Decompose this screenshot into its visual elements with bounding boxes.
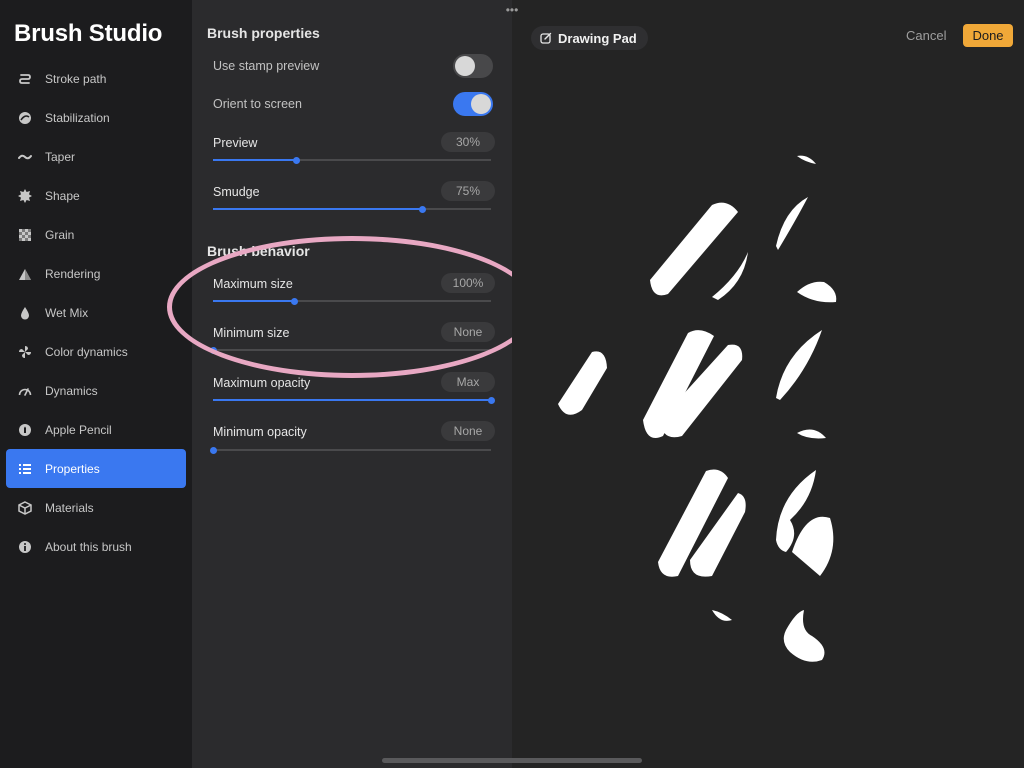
orient-to-screen-toggle[interactable] — [453, 92, 493, 116]
properties-icon — [18, 462, 32, 476]
smudge-value[interactable]: 75% — [441, 181, 495, 201]
app-title: Brush Studio — [14, 20, 163, 47]
info-icon — [18, 540, 32, 554]
slider-track — [213, 349, 491, 351]
sidebar-item-label: Wet Mix — [45, 305, 89, 320]
minimum-opacity-value[interactable]: None — [441, 421, 495, 441]
sidebar-item-label: Stabilization — [45, 110, 110, 125]
sidebar-nav: Stroke path Stabilization Taper Shape Gr… — [6, 59, 186, 566]
sidebar-item-stabilization[interactable]: Stabilization — [6, 98, 186, 137]
stabilization-icon — [18, 111, 32, 125]
slider-fill — [213, 159, 297, 161]
taper-icon — [18, 150, 32, 164]
apple-pencil-icon — [18, 423, 32, 437]
stroke-path-icon — [18, 72, 32, 86]
wet-mix-icon — [18, 306, 32, 320]
slider-thumb[interactable] — [210, 447, 217, 454]
maximum-opacity-label: Maximum opacity — [213, 376, 311, 390]
sidebar-item-label: Properties — [45, 461, 100, 476]
sidebar-item-about-this-brush[interactable]: About this brush — [6, 527, 186, 566]
sidebar-item-apple-pencil[interactable]: Apple Pencil — [6, 410, 186, 449]
maximum-size-slider[interactable] — [213, 296, 491, 306]
preview-value[interactable]: 30% — [441, 132, 495, 152]
edit-icon — [540, 32, 558, 44]
minimum-opacity-label: Minimum opacity — [213, 425, 307, 439]
slider-track — [213, 449, 491, 451]
more-options-icon[interactable]: ••• — [502, 3, 522, 17]
color-dynamics-icon — [18, 345, 32, 359]
properties-panel: Brush properties Use stamp preview Orien… — [192, 0, 512, 768]
sidebar-item-grain[interactable]: Grain — [6, 215, 186, 254]
dynamics-icon — [18, 384, 32, 398]
toggle-knob — [455, 56, 475, 76]
materials-icon — [18, 500, 32, 515]
maximum-size-value[interactable]: 100% — [441, 273, 495, 293]
sidebar-item-taper[interactable]: Taper — [6, 137, 186, 176]
sidebar-item-label: Materials — [45, 500, 94, 515]
sidebar-item-label: Stroke path — [45, 71, 107, 86]
sidebar-item-dynamics[interactable]: Dynamics — [6, 371, 186, 410]
smudge-label: Smudge — [213, 185, 260, 199]
rendering-icon — [18, 267, 32, 281]
slider-thumb[interactable] — [293, 157, 301, 164]
sidebar-item-shape[interactable]: Shape — [6, 176, 186, 215]
minimum-size-value[interactable]: None — [441, 322, 495, 342]
cancel-button[interactable]: Cancel — [898, 26, 954, 46]
slider-fill — [213, 300, 294, 302]
toggle-knob — [471, 94, 491, 114]
minimum-opacity-slider[interactable] — [210, 445, 491, 455]
preview-slider[interactable] — [213, 155, 491, 165]
slider-thumb[interactable] — [210, 347, 217, 354]
maximum-size-label: Maximum size — [213, 277, 293, 291]
home-indicator — [382, 758, 642, 763]
sidebar-item-stroke-path[interactable]: Stroke path — [6, 59, 186, 98]
minimum-size-slider[interactable] — [210, 345, 491, 355]
sidebar-item-label: About this brush — [45, 539, 132, 554]
sidebar-item-label: Rendering — [45, 266, 101, 281]
drawing-pad-canvas[interactable] — [512, 0, 1024, 768]
sidebar-item-rendering[interactable]: Rendering — [6, 254, 186, 293]
sidebar-item-label: Dynamics — [45, 383, 98, 398]
done-button[interactable]: Done — [963, 24, 1013, 47]
sidebar-item-label: Taper — [45, 149, 76, 164]
sidebar-item-label: Color dynamics — [45, 344, 128, 359]
preview-label: Preview — [213, 136, 258, 150]
sidebar: Brush Studio Stroke path Stabilization T… — [0, 0, 192, 768]
smudge-slider[interactable] — [213, 204, 491, 214]
slider-fill — [213, 399, 491, 401]
slider-thumb[interactable] — [290, 298, 298, 305]
use-stamp-preview-label: Use stamp preview — [213, 59, 320, 73]
brush-properties-heading: Brush properties — [207, 25, 320, 41]
maximum-opacity-value[interactable]: Max — [441, 372, 495, 392]
slider-thumb[interactable] — [488, 397, 495, 404]
slider-fill — [213, 208, 422, 210]
grain-icon — [18, 228, 32, 242]
orient-to-screen-label: Orient to screen — [213, 97, 302, 111]
minimum-size-label: Minimum size — [213, 326, 290, 340]
drawing-pad-button[interactable]: Drawing Pad — [531, 26, 648, 50]
shape-icon — [18, 188, 32, 203]
sidebar-item-materials[interactable]: Materials — [6, 488, 186, 527]
drawing-pad-label: Drawing Pad — [558, 30, 637, 46]
brush-behavior-heading: Brush behavior — [207, 243, 310, 259]
sidebar-item-properties[interactable]: Properties — [6, 449, 186, 488]
maximum-opacity-slider[interactable] — [213, 395, 495, 405]
sidebar-item-label: Apple Pencil — [45, 422, 112, 437]
sidebar-item-color-dynamics[interactable]: Color dynamics — [6, 332, 186, 371]
sidebar-item-label: Shape — [45, 188, 80, 203]
sidebar-item-wet-mix[interactable]: Wet Mix — [6, 293, 186, 332]
slider-thumb[interactable] — [418, 206, 426, 213]
use-stamp-preview-toggle[interactable] — [453, 54, 493, 78]
sidebar-item-label: Grain — [45, 227, 75, 242]
